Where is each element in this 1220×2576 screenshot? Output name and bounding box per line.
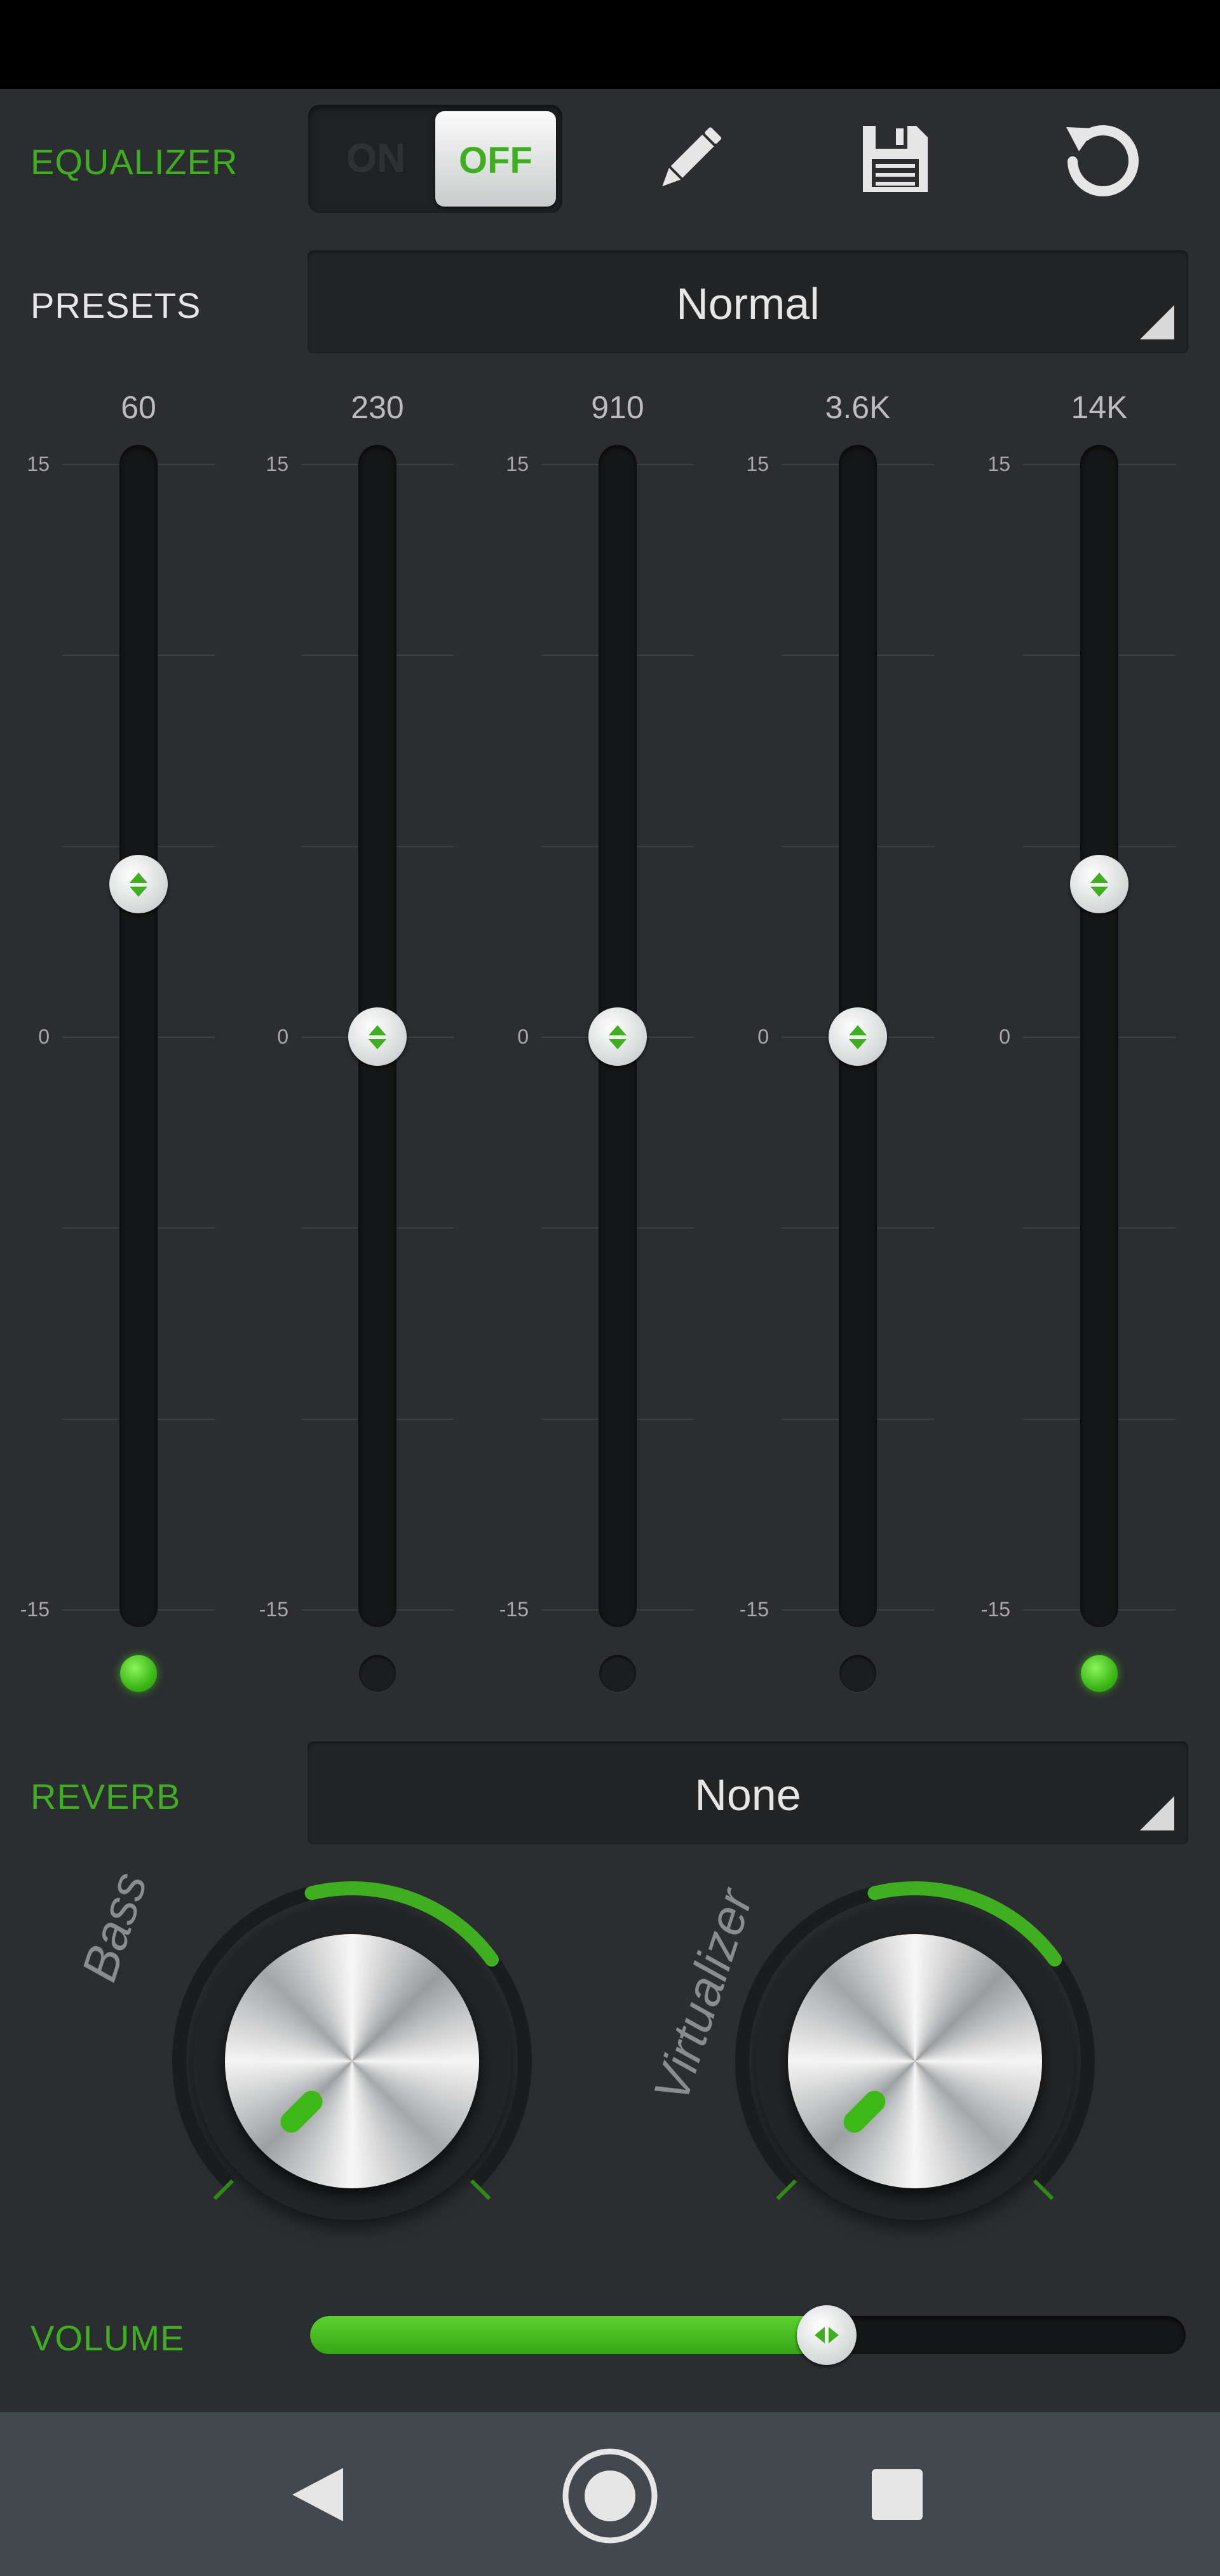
band-slider-thumb[interactable] [588, 1007, 647, 1066]
band-slider-thumb[interactable] [348, 1007, 407, 1066]
scale-tick: -15 [739, 1598, 769, 1621]
up-down-arrows-icon [609, 1025, 627, 1049]
save-button[interactable] [850, 114, 939, 203]
band-slider-thumb[interactable] [109, 854, 168, 913]
reset-button[interactable] [1055, 114, 1144, 203]
up-down-arrows-icon [369, 1025, 386, 1049]
band-slider-track[interactable] [119, 445, 158, 1627]
bass-label: Bass [70, 1865, 158, 1988]
reverb-dropdown[interactable]: None [308, 1741, 1188, 1844]
volume-slider-track[interactable] [310, 2316, 1186, 2354]
band-slider-thumb[interactable] [829, 1007, 887, 1066]
dropdown-arrow-icon [1140, 305, 1174, 339]
up-down-arrows-icon [1090, 872, 1108, 897]
band-led [1081, 1655, 1118, 1692]
recents-icon[interactable] [871, 2468, 924, 2521]
knob-indicator-mark [280, 2090, 323, 2133]
scale-tick: -15 [259, 1598, 288, 1621]
band-label: 3.6K [825, 390, 891, 425]
presets-label: PRESETS [30, 285, 201, 325]
equalizer-label: EQUALIZER [30, 142, 238, 182]
band-label: 230 [351, 390, 404, 425]
scale-tick: 0 [277, 1025, 288, 1048]
band-label: 14K [1071, 390, 1128, 425]
reset-icon [1066, 125, 1139, 196]
virtualizer-indicator [843, 2090, 886, 2133]
dropdown-arrow-icon [1140, 1796, 1174, 1830]
scale-tick: 15 [506, 453, 529, 475]
scale-tick: 0 [38, 1025, 50, 1048]
reverb-label: REVERB [30, 1776, 181, 1816]
navigation-bar [0, 2412, 1220, 2576]
reverb-selected-value: None [695, 1770, 801, 1820]
scale-tick: 15 [746, 453, 769, 475]
toggle-off-text: OFF [459, 140, 532, 181]
scale-tick: 15 [987, 453, 1010, 475]
scale-tick: 15 [27, 453, 50, 475]
toggle-knob[interactable]: OFF [435, 111, 556, 207]
edit-button[interactable] [644, 114, 733, 203]
up-down-arrows-icon [849, 1025, 867, 1049]
status-bar [0, 0, 1220, 89]
scale-tick: 0 [757, 1025, 769, 1048]
band-led [120, 1655, 157, 1692]
presets-dropdown[interactable]: Normal [308, 250, 1188, 353]
scale-tick: -15 [980, 1598, 1010, 1621]
volume-slider-fill [310, 2316, 827, 2354]
scale-tick: -15 [20, 1598, 50, 1621]
knob-indicator-mark [843, 2090, 886, 2133]
band-label: 910 [591, 390, 644, 425]
bass-indicator [280, 2090, 323, 2133]
home-icon[interactable] [559, 2445, 661, 2547]
scale-tick: 0 [999, 1025, 1010, 1048]
band-led [839, 1655, 876, 1692]
bass-knob[interactable] [149, 1858, 555, 2265]
scale-tick: -15 [499, 1598, 529, 1621]
band-led [359, 1655, 396, 1692]
horizontal-arrows-icon [815, 2327, 839, 2343]
band-slider-thumb[interactable] [1070, 854, 1128, 913]
presets-selected-value: Normal [676, 279, 820, 329]
back-icon[interactable] [280, 2463, 356, 2526]
equalizer-toggle[interactable]: ON OFF [308, 105, 562, 213]
toggle-on-text: ON [346, 136, 405, 180]
scale-tick: 15 [266, 453, 288, 475]
band-led [599, 1655, 636, 1692]
volume-slider-thumb[interactable] [797, 2305, 857, 2365]
band-slider-track[interactable] [1080, 445, 1118, 1627]
pencil-icon [662, 127, 722, 187]
volume-label: VOLUME [30, 2318, 185, 2358]
band-label: 60 [121, 390, 156, 425]
floppy-disk-icon [863, 126, 928, 192]
scale-tick: 0 [517, 1025, 529, 1048]
virtualizer-knob[interactable] [712, 1858, 1118, 2265]
up-down-arrows-icon [130, 872, 147, 897]
